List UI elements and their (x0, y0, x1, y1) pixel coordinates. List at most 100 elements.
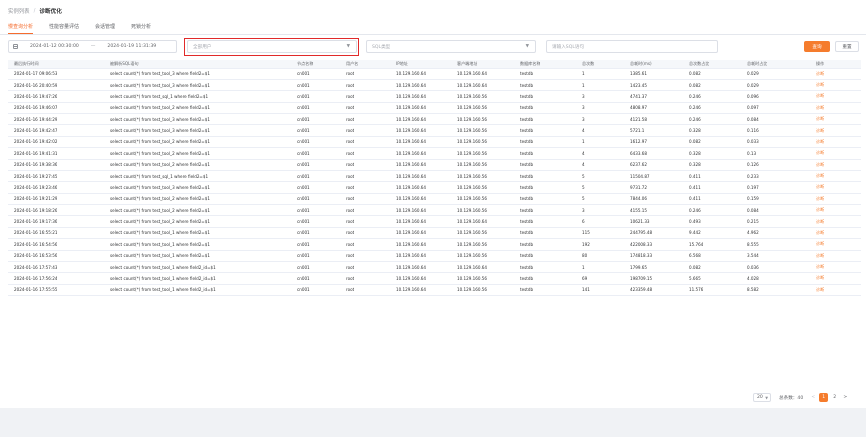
diagnose-link[interactable]: 诊断 (816, 196, 824, 202)
cell-total-time: 1799.65 (630, 264, 647, 270)
cell-count-ratio: 0.082 (689, 71, 701, 77)
sql-input-placeholder: 请输入SQL语句 (552, 44, 585, 50)
date-end[interactable]: 2024-01-19 11:31:39 (107, 44, 156, 49)
cell-node-name: cn001 (297, 82, 310, 88)
diagnose-link[interactable]: 诊断 (816, 253, 824, 259)
diagnose-link[interactable]: 诊断 (816, 82, 824, 88)
cell-sql-statement: select count(*) from test_tool_2 where f… (110, 207, 210, 213)
cell-sql-statement: select count(*) from test_sql_1 where fi… (110, 93, 209, 99)
cell-time-ratio: 8.555 (747, 241, 759, 247)
cell-node-name: cn001 (297, 230, 310, 236)
chevron-down-icon: ▼ (346, 44, 350, 49)
tab-capacity[interactable]: 性能容量评估 (49, 22, 79, 34)
cell-last-exec-time: 2024-01-16 19:47:26 (14, 93, 58, 99)
cell-count-ratio: 0.411 (689, 173, 701, 179)
cell-client-address: 10.129.160.64 (457, 71, 487, 77)
cell-last-exec-time: 2024-01-16 17:57:43 (14, 264, 58, 270)
sql-type-select[interactable]: SQL类型 ▼ (366, 40, 536, 53)
sql-search-input[interactable]: 请输入SQL语句 (546, 40, 718, 53)
cell-time-ratio: 0.029 (747, 71, 759, 77)
cell-client-address: 10.129.160.56 (457, 253, 487, 259)
next-page-button[interactable]: > (841, 395, 849, 400)
cell-database-name: testdb (520, 241, 534, 247)
diagnose-link[interactable]: 诊断 (816, 275, 824, 281)
cell-username: root (346, 219, 355, 225)
cell-last-exec-time: 2024-01-17 09:06:53 (14, 71, 58, 77)
cell-username: root (346, 128, 355, 134)
table-body: 2024-01-17 09:06:53 select count(*) from … (8, 69, 861, 296)
cell-exec-count: 1 (582, 264, 585, 270)
cell-exec-count: 5 (582, 184, 585, 190)
table-row: 2024-01-16 16:54:56 select count(*) from … (8, 239, 861, 251)
total-count: 总条数：40 (779, 395, 803, 401)
cell-exec-count: 192 (582, 241, 590, 247)
diagnose-link[interactable]: 诊断 (816, 287, 824, 293)
cell-node-name: cn001 (297, 105, 310, 111)
prev-page-button[interactable]: < (809, 395, 817, 400)
diagnose-link[interactable]: 诊断 (816, 264, 824, 270)
page-1-button[interactable]: 1 (819, 393, 829, 402)
filter-bar: 2024-01-12 00:30:00 — 2024-01-19 11:31:3… (0, 38, 866, 56)
table-row: 2024-01-16 20:40:59 select count(*) from … (8, 80, 861, 92)
cell-database-name: testdb (520, 93, 534, 99)
cell-last-exec-time: 2024-01-16 19:46:07 (14, 105, 58, 111)
cell-node-name: cn001 (297, 253, 310, 259)
diagnose-link[interactable]: 诊断 (816, 207, 824, 213)
cell-node-name: cn001 (297, 241, 310, 247)
diagnose-link[interactable]: 诊断 (816, 184, 824, 190)
user-select[interactable]: 全部用户 ▼ (187, 40, 357, 53)
cell-username: root (346, 150, 355, 156)
pagination: 20 ▼ 总条数：40 < 1 2 > (753, 392, 851, 403)
cell-node-name: cn001 (297, 128, 310, 134)
cell-node-name: cn001 (297, 162, 310, 168)
diagnose-link[interactable]: 诊断 (816, 128, 824, 134)
diagnose-link[interactable]: 诊断 (816, 150, 824, 156)
breadcrumb-instance-list[interactable]: 实例列表 (8, 7, 30, 15)
sql-type-placeholder: SQL类型 (372, 44, 391, 50)
diagnose-link[interactable]: 诊断 (816, 241, 824, 247)
cell-database-name: testdb (520, 184, 534, 190)
cell-node-name: cn001 (297, 150, 310, 156)
cell-ip-address: 10.129.160.64 (396, 139, 426, 145)
cell-time-ratio: 0.233 (747, 173, 759, 179)
cell-database-name: testdb (520, 82, 534, 88)
cell-client-address: 10.129.160.56 (457, 162, 487, 168)
diagnose-link[interactable]: 诊断 (816, 173, 824, 179)
page-2-button[interactable]: 2 (830, 393, 839, 402)
diagnose-link[interactable]: 诊断 (816, 93, 824, 99)
diagnose-link[interactable]: 诊断 (816, 219, 824, 225)
cell-node-name: cn001 (297, 71, 310, 77)
cell-exec-count: 3 (582, 116, 585, 122)
cell-ip-address: 10.129.160.64 (396, 128, 426, 134)
cell-client-address: 10.129.160.64 (457, 82, 487, 88)
cell-time-ratio: 8.582 (747, 287, 759, 293)
query-button[interactable]: 查询 (804, 41, 830, 52)
diagnose-link[interactable]: 诊断 (816, 71, 824, 77)
cell-time-ratio: 4.028 (747, 275, 759, 281)
cell-node-name: cn001 (297, 173, 310, 179)
date-range-picker[interactable]: 2024-01-12 00:30:00 — 2024-01-19 11:31:3… (8, 40, 177, 53)
cell-client-address: 10.129.160.56 (457, 184, 487, 190)
table-row: 2024-01-16 19:41:31 select count(*) from … (8, 148, 861, 160)
date-start[interactable]: 2024-01-12 00:30:00 (30, 44, 79, 49)
cell-sql-statement: select count(*) from test_tool_3 where f… (110, 128, 210, 134)
cell-sql-statement: select count(*) from test_tool_3 where f… (110, 82, 210, 88)
diagnose-link[interactable]: 诊断 (816, 105, 824, 111)
diagnose-link[interactable]: 诊断 (816, 139, 824, 145)
cell-node-name: cn001 (297, 287, 310, 293)
tab-session[interactable]: 会话管理 (95, 22, 115, 34)
cell-exec-count: 141 (582, 287, 590, 293)
cell-ip-address: 10.129.160.64 (396, 241, 426, 247)
cell-sql-statement: select count(*) from test_tool_3 where f… (110, 71, 210, 77)
reset-button[interactable]: 重置 (835, 41, 859, 52)
diagnose-link[interactable]: 诊断 (816, 230, 824, 236)
page-size-select[interactable]: 20 ▼ (753, 393, 771, 402)
breadcrumb-current: 诊断优化 (39, 9, 62, 15)
cell-username: root (346, 264, 355, 270)
diagnose-link[interactable]: 诊断 (816, 116, 824, 122)
column-header-username: 用户名 (346, 60, 359, 66)
tab-slow-query[interactable]: 慢查询分析 (8, 22, 34, 34)
diagnose-link[interactable]: 诊断 (816, 162, 824, 168)
cell-username: root (346, 71, 355, 77)
tab-deadlock[interactable]: 死锁分析 (131, 22, 151, 34)
